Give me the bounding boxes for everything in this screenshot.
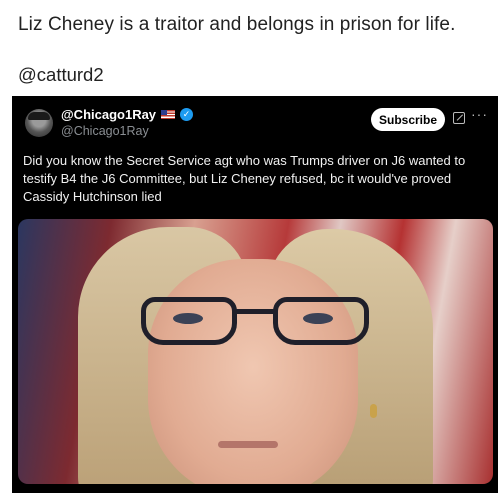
us-flag-icon: [161, 110, 176, 119]
verified-badge-icon: ✓: [180, 108, 194, 121]
more-options-icon[interactable]: ···: [471, 106, 488, 122]
earring: [370, 404, 377, 418]
subscribe-button[interactable]: Subscribe: [371, 108, 445, 131]
post-handle[interactable]: @catturd2: [18, 64, 104, 86]
tweet-text: Did you know the Secret Service agt who …: [23, 153, 466, 204]
face: [148, 259, 358, 484]
avatar[interactable]: [25, 109, 53, 137]
glasses: [141, 297, 391, 357]
embedded-tweet-card[interactable]: @Chicago1Ray ✓ @Chicago1Ray Subscribe ··…: [12, 96, 498, 493]
display-name-row[interactable]: @Chicago1Ray ✓: [61, 107, 194, 122]
mouth: [218, 441, 278, 448]
tweet-photo[interactable]: [18, 219, 493, 484]
username[interactable]: @Chicago1Ray: [61, 124, 149, 138]
grok-icon[interactable]: [453, 112, 465, 124]
display-name[interactable]: @Chicago1Ray: [61, 107, 156, 122]
post-caption: Liz Cheney is a traitor and belongs in p…: [18, 14, 456, 35]
